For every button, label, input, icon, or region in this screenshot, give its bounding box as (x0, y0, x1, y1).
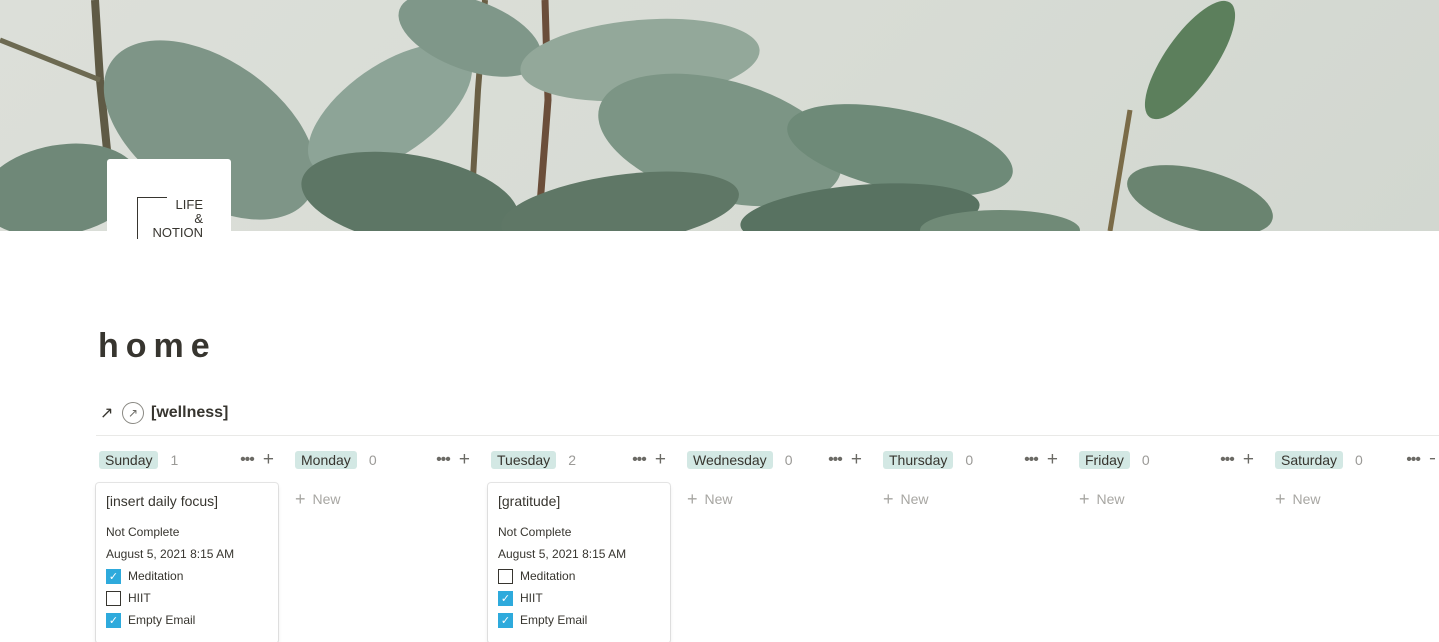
more-icon[interactable]: ••• (1024, 452, 1039, 468)
column-count: 2 (568, 452, 576, 468)
checkbox-label: HIIT (128, 591, 151, 605)
column-tag[interactable]: Wednesday (687, 451, 773, 469)
life-notion-logo: LIFE & NOTION (137, 197, 203, 242)
arrow-circle-icon: ↗ (122, 402, 144, 424)
column-count: 0 (965, 452, 974, 468)
checkbox-checked[interactable]: ✓ (106, 568, 121, 584)
checkbox-unchecked[interactable] (498, 568, 513, 584)
checkbox-label: Meditation (520, 569, 576, 583)
add-icon[interactable]: + (851, 450, 862, 469)
checkbox-label: Empty Email (520, 613, 588, 627)
column-tag[interactable]: Friday (1079, 451, 1130, 469)
add-icon[interactable]: + (1243, 450, 1254, 469)
new-card-button[interactable]: + New (295, 489, 474, 509)
plus-icon: + (1275, 488, 1286, 509)
new-card-button[interactable]: + New (687, 489, 866, 509)
board-column-saturday: Saturday 0 ••• − + New (1272, 449, 1439, 509)
database-title[interactable]: [wellness] (151, 404, 228, 422)
more-icon[interactable]: ••• (240, 452, 255, 468)
more-icon[interactable]: ••• (436, 452, 451, 468)
board-column-monday: Monday 0 ••• + + New (292, 449, 474, 509)
card-status: Not Complete (498, 525, 572, 539)
board-card[interactable]: [gratitude] Not Complete August 5, 2021 … (488, 483, 670, 642)
column-count: 1 (170, 452, 179, 468)
more-icon[interactable]: ••• (1406, 452, 1421, 468)
card-date: August 5, 2021 8:15 AM (498, 547, 627, 561)
column-tag[interactable]: Saturday (1275, 451, 1344, 469)
card-status: Not Complete (106, 525, 180, 539)
card-date: August 5, 2021 8:15 AM (106, 547, 235, 561)
add-icon[interactable]: + (1047, 450, 1058, 469)
checkbox-unchecked[interactable] (106, 590, 121, 606)
checkbox-checked[interactable]: ✓ (106, 612, 121, 628)
column-tag[interactable]: Tuesday (491, 451, 557, 469)
card-title: [gratitude] (498, 493, 561, 509)
add-icon[interactable]: + (459, 450, 470, 469)
column-tag[interactable]: Sunday (99, 451, 159, 469)
plus-icon: + (295, 488, 306, 509)
checkbox-label: Empty Email (128, 613, 196, 627)
new-card-button[interactable]: + New (1079, 489, 1258, 509)
plus-icon: + (1079, 488, 1090, 509)
page-title[interactable]: home (98, 327, 217, 366)
more-icon[interactable]: ••• (1220, 452, 1235, 468)
divider (96, 435, 1439, 436)
card-title: [insert daily focus] (106, 493, 219, 509)
board-column-sunday: Sunday 1 ••• + [insert daily focus] Not … (96, 449, 278, 642)
checkbox-label: Meditation (128, 569, 184, 583)
column-count: 0 (784, 452, 793, 468)
add-icon[interactable]: − (1429, 451, 1435, 469)
board-column-tuesday: Tuesday 2 ••• + [gratitude] Not Complete… (488, 449, 670, 642)
plus-icon: + (687, 488, 698, 509)
more-icon[interactable]: ••• (632, 452, 647, 468)
add-icon[interactable]: + (263, 450, 274, 469)
database-header[interactable]: ↗ ↗ [wellness] (100, 400, 228, 426)
plus-icon: + (883, 488, 894, 509)
more-icon[interactable]: ••• (828, 452, 843, 468)
board-column-wednesday: Wednesday 0 ••• + + New (684, 449, 866, 509)
board-column-thursday: Thursday 0 ••• + + New (880, 449, 1062, 509)
column-count: 0 (368, 452, 377, 468)
column-tag[interactable]: Thursday (883, 451, 954, 469)
new-card-button[interactable]: + New (883, 489, 1062, 509)
board-view: Sunday 1 ••• + [insert daily focus] Not … (96, 449, 1439, 642)
add-icon[interactable]: + (655, 450, 666, 469)
board-column-friday: Friday 0 ••• + + New (1076, 449, 1258, 509)
board-card[interactable]: [insert daily focus] Not Complete August… (96, 483, 278, 642)
new-card-button[interactable]: + New (1275, 489, 1439, 509)
column-count: 0 (1355, 452, 1363, 468)
column-count: 0 (1141, 452, 1150, 468)
column-tag[interactable]: Monday (295, 451, 357, 469)
checkbox-checked[interactable]: ✓ (498, 612, 513, 628)
link-arrow-icon: ↗ (100, 405, 114, 422)
checkbox-checked[interactable]: ✓ (498, 590, 513, 606)
checkbox-label: HIIT (520, 591, 543, 605)
